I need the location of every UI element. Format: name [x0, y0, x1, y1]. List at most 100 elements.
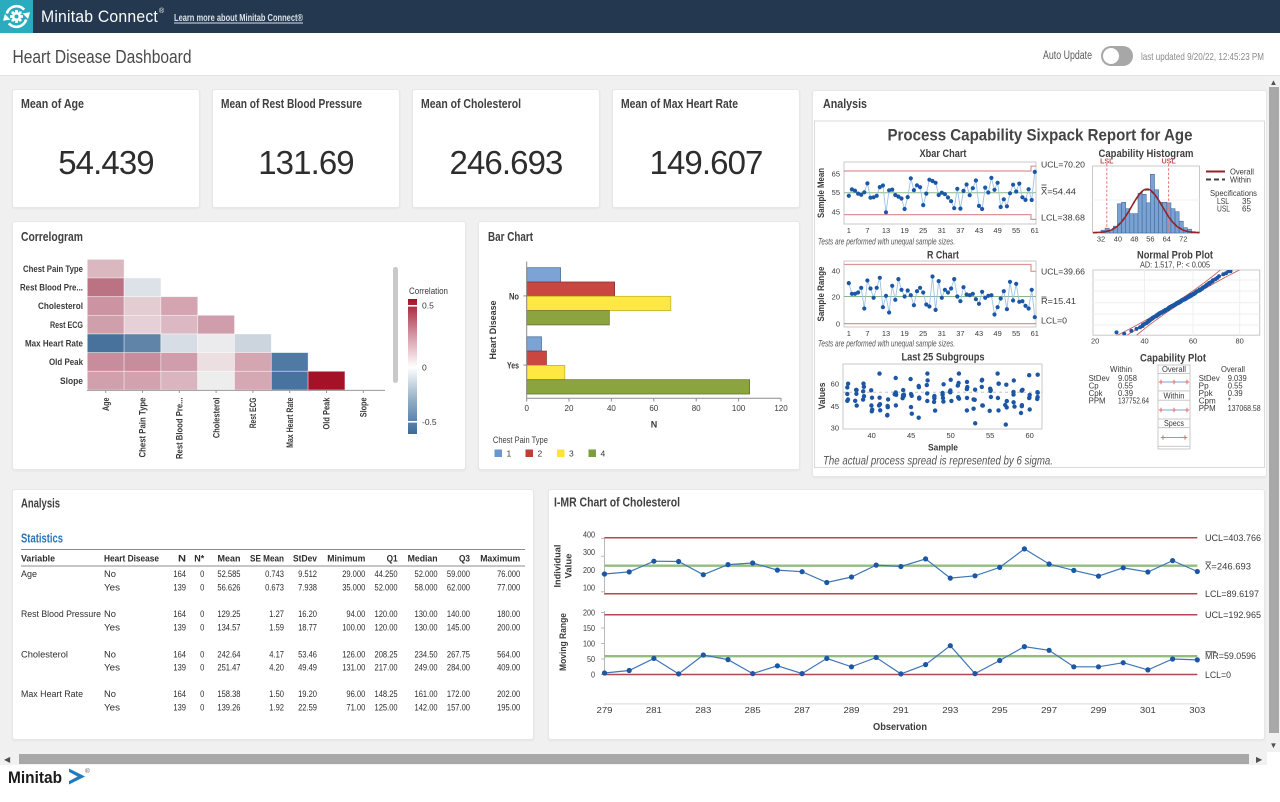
svg-text:0: 0: [200, 689, 204, 699]
svg-text:Median: Median: [408, 554, 438, 564]
svg-text:40: 40: [1140, 337, 1148, 346]
svg-text:13: 13: [882, 226, 890, 235]
svg-text:200: 200: [583, 566, 595, 575]
svg-text:18.77: 18.77: [298, 622, 317, 632]
svg-text:400: 400: [583, 530, 595, 539]
svg-text:140.00: 140.00: [447, 609, 470, 619]
svg-text:1: 1: [847, 226, 851, 235]
svg-text:13: 13: [882, 329, 890, 338]
svg-text:19.20: 19.20: [298, 689, 317, 699]
svg-text:120.00: 120.00: [375, 622, 398, 632]
svg-text:Sample Mean: Sample Mean: [816, 168, 827, 218]
svg-text:48: 48: [1130, 235, 1138, 244]
svg-text:N: N: [178, 554, 186, 564]
svg-text:3: 3: [569, 449, 574, 459]
svg-text:The actual process spread is r: The actual process spread is represented…: [823, 456, 1053, 468]
svg-text:0.5: 0.5: [422, 301, 434, 311]
svg-text:Mean of Max Heart Rate: Mean of Max Heart Rate: [621, 96, 738, 111]
svg-text:100.00: 100.00: [342, 622, 365, 632]
svg-text:Yes: Yes: [507, 361, 519, 371]
svg-text:No: No: [104, 609, 116, 619]
svg-text:Yes: Yes: [104, 583, 121, 593]
svg-text:100: 100: [583, 639, 595, 648]
svg-text:76.000: 76.000: [497, 569, 520, 579]
svg-text:301: 301: [1140, 705, 1156, 715]
svg-text:0: 0: [200, 662, 204, 672]
svg-text:29.000: 29.000: [342, 569, 365, 579]
svg-text:137068.58: 137068.58: [1228, 404, 1261, 413]
svg-text:0.673: 0.673: [265, 583, 284, 593]
svg-text:Q1: Q1: [387, 554, 398, 564]
svg-text:139.26: 139.26: [217, 703, 240, 713]
svg-text:77.000: 77.000: [497, 583, 520, 593]
svg-text:64: 64: [1163, 235, 1171, 244]
svg-text:StDev: StDev: [293, 554, 318, 564]
svg-text:Chest Pain Type: Chest Pain Type: [23, 264, 83, 275]
svg-text:Variable: Variable: [21, 554, 55, 564]
svg-text:45: 45: [832, 207, 840, 216]
svg-text:49: 49: [993, 226, 1001, 235]
svg-text:Age: Age: [101, 398, 112, 412]
svg-text:19: 19: [900, 226, 908, 235]
svg-text:65: 65: [1242, 203, 1251, 213]
svg-text:4: 4: [601, 449, 606, 459]
svg-text:291: 291: [893, 705, 909, 715]
svg-text:158.38: 158.38: [217, 689, 240, 699]
svg-text:Max Heart Rate: Max Heart Rate: [21, 689, 83, 699]
svg-text:94.00: 94.00: [346, 609, 365, 619]
svg-text:Cholesterol: Cholesterol: [211, 398, 222, 439]
svg-text:Rest ECG: Rest ECG: [248, 398, 259, 429]
svg-text:MR=59.0596: MR=59.0596: [1205, 651, 1256, 661]
svg-text:0: 0: [200, 583, 204, 593]
svg-text:164: 164: [173, 609, 186, 619]
svg-text:Maximum: Maximum: [480, 554, 520, 564]
svg-text:Rest Blood Pre...: Rest Blood Pre...: [175, 398, 186, 460]
svg-text:251.47: 251.47: [217, 662, 240, 672]
svg-text:139: 139: [173, 583, 186, 593]
svg-text:100: 100: [583, 584, 595, 593]
svg-text:35.000: 35.000: [342, 583, 365, 593]
svg-text:Yes: Yes: [104, 662, 121, 672]
svg-text:Minitab: Minitab: [8, 769, 62, 787]
svg-text:53.46: 53.46: [298, 650, 317, 660]
svg-text:289: 289: [844, 705, 860, 715]
svg-text:43: 43: [975, 226, 983, 235]
svg-text:last updated 9/20/22, 12:45:23: last updated 9/20/22, 12:45:23 PM: [1141, 51, 1264, 63]
svg-text:130.00: 130.00: [415, 609, 438, 619]
svg-text:Bar Chart: Bar Chart: [488, 229, 533, 244]
svg-text:80: 80: [1236, 337, 1244, 346]
svg-text:409.00: 409.00: [497, 662, 520, 672]
svg-text:LCL=0: LCL=0: [1205, 670, 1231, 680]
svg-text:Sample Range: Sample Range: [816, 267, 827, 322]
svg-text:2: 2: [538, 449, 543, 459]
svg-text:SE Mean: SE Mean: [250, 554, 284, 564]
svg-text:37: 37: [956, 226, 964, 235]
svg-text:202.00: 202.00: [497, 689, 520, 699]
svg-text:56.626: 56.626: [217, 583, 240, 593]
svg-text:0: 0: [200, 569, 204, 579]
svg-text:Auto Update: Auto Update: [1043, 50, 1092, 62]
svg-text:52.585: 52.585: [217, 569, 240, 579]
svg-text:55: 55: [986, 431, 994, 440]
svg-text:284.00: 284.00: [447, 662, 470, 672]
svg-text:AD: 1.517, P: < 0.005: AD: 1.517, P: < 0.005: [1140, 260, 1210, 270]
svg-text:300: 300: [583, 548, 595, 557]
svg-text:40: 40: [832, 266, 840, 275]
svg-text:61: 61: [1031, 329, 1039, 338]
svg-text:37: 37: [956, 329, 964, 338]
svg-text:R Chart: R Chart: [927, 250, 959, 262]
svg-text:Cholesterol: Cholesterol: [38, 301, 83, 312]
svg-text:139: 139: [173, 703, 186, 713]
svg-text:Capability Plot: Capability Plot: [1140, 353, 1206, 365]
svg-text:139: 139: [173, 662, 186, 672]
svg-text:PPM: PPM: [1199, 404, 1216, 413]
svg-text:Value: Value: [564, 554, 574, 579]
svg-text:43: 43: [975, 329, 983, 338]
svg-text:164: 164: [173, 569, 186, 579]
svg-text:Rest Blood Pressure: Rest Blood Pressure: [21, 609, 101, 619]
svg-text:55: 55: [1012, 226, 1020, 235]
svg-text:Minimum: Minimum: [327, 554, 365, 564]
svg-text:148.25: 148.25: [375, 689, 398, 699]
svg-text:PPM: PPM: [1089, 396, 1106, 405]
svg-text:157.00: 157.00: [447, 703, 470, 713]
